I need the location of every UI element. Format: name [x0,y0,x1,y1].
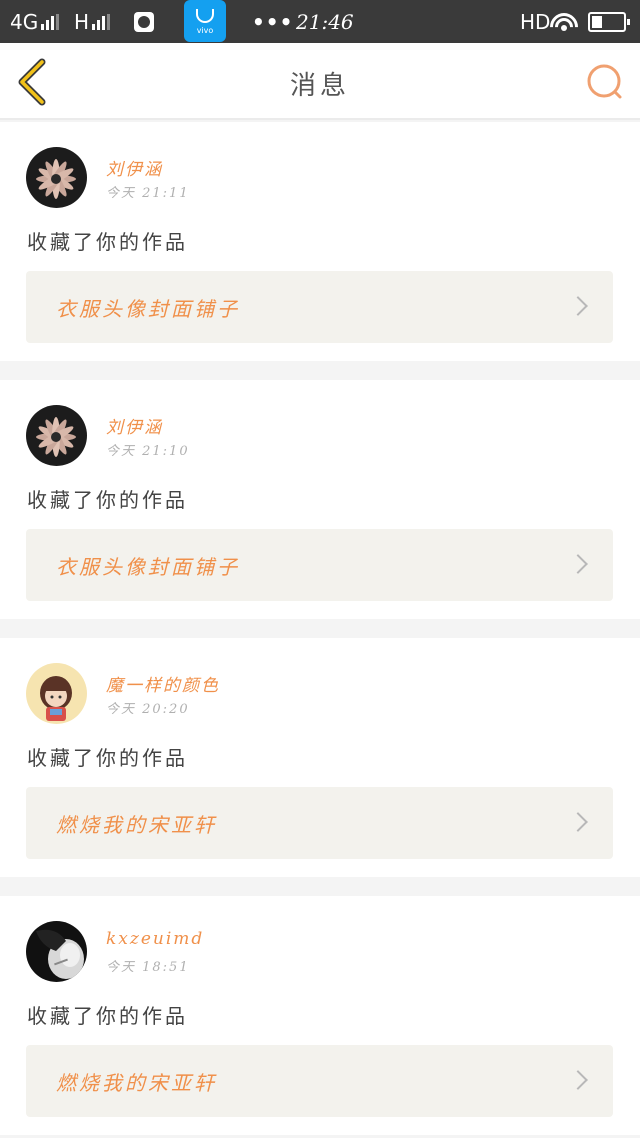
wifi-icon [550,0,578,43]
work-link[interactable]: 燃烧我的宋亚轩 [26,1045,613,1117]
avatar[interactable] [26,663,87,724]
app-header: 消息 [0,43,640,120]
clock-text: 21:46 [296,9,354,34]
status-bar: 4G H vivo ••• 21:46 HD [0,0,640,43]
signal-icon [41,13,60,30]
work-link[interactable]: 衣服头像封面铺子 [26,271,613,343]
message-card: 刘伊涵 今天 21:10 收藏了你的作品 衣服头像封面铺子 [0,380,640,619]
action-text: 收藏了你的作品 [27,230,188,254]
timestamp: 今天 21:10 [106,444,190,459]
page-title: 消息 [289,71,350,101]
browser-notification-icon [134,0,154,43]
avatar[interactable] [26,147,87,208]
work-title: 衣服头像封面铺子 [56,555,240,579]
avatar-flower-image [26,405,87,466]
search-icon [587,64,622,99]
action-text: 收藏了你的作品 [27,746,188,770]
username[interactable]: 刘伊涵 [106,155,163,180]
work-title: 衣服头像封面铺子 [56,297,240,321]
signal-icon [92,13,111,30]
timestamp: 今天 20:20 [106,702,190,717]
work-title: 燃烧我的宋亚轩 [56,1071,217,1095]
vivo-store-notification-icon: vivo [184,0,226,42]
work-link[interactable]: 燃烧我的宋亚轩 [26,787,613,859]
timestamp: 今天 21:11 [106,186,190,201]
hd-indicator: HD [520,0,550,43]
hd-label: HD [520,9,551,34]
chevron-right-icon [568,812,588,832]
avatar-flower-image [26,147,87,208]
network-h-label: H [74,9,90,34]
username[interactable]: kxzeuimd [106,929,204,949]
username[interactable]: 魔一样的颜色 [106,671,220,696]
more-dots: ••• [252,9,294,34]
message-card: kxzeuimd 今天 18:51 收藏了你的作品 燃烧我的宋亚轩 [0,896,640,1135]
timestamp: 今天 18:51 [106,960,190,975]
action-text: 收藏了你的作品 [27,1004,188,1028]
avatar-cartoon-image [26,663,87,724]
work-title: 燃烧我的宋亚轩 [56,813,217,837]
avatar[interactable] [26,921,87,982]
chevron-right-icon [568,554,588,574]
chevron-right-icon [568,1070,588,1090]
search-button[interactable] [584,61,626,103]
message-card: 刘伊涵 今天 21:11 收藏了你的作品 衣服头像封面铺子 [0,122,640,361]
clock: 21:46 [296,0,354,43]
avatar-portrait-image [26,921,87,982]
avatar[interactable] [26,405,87,466]
network-4g: 4G [10,0,60,43]
network-h: H [74,0,111,43]
action-text: 收藏了你的作品 [27,488,188,512]
message-card: 魔一样的颜色 今天 20:20 收藏了你的作品 燃烧我的宋亚轩 [0,638,640,877]
vivo-label: vivo [196,26,214,35]
username[interactable]: 刘伊涵 [106,413,163,438]
battery-icon [588,0,630,43]
network-4g-label: 4G [10,9,39,34]
chevron-right-icon [568,296,588,316]
work-link[interactable]: 衣服头像封面铺子 [26,529,613,601]
more-notifications-icon: ••• [252,0,293,43]
